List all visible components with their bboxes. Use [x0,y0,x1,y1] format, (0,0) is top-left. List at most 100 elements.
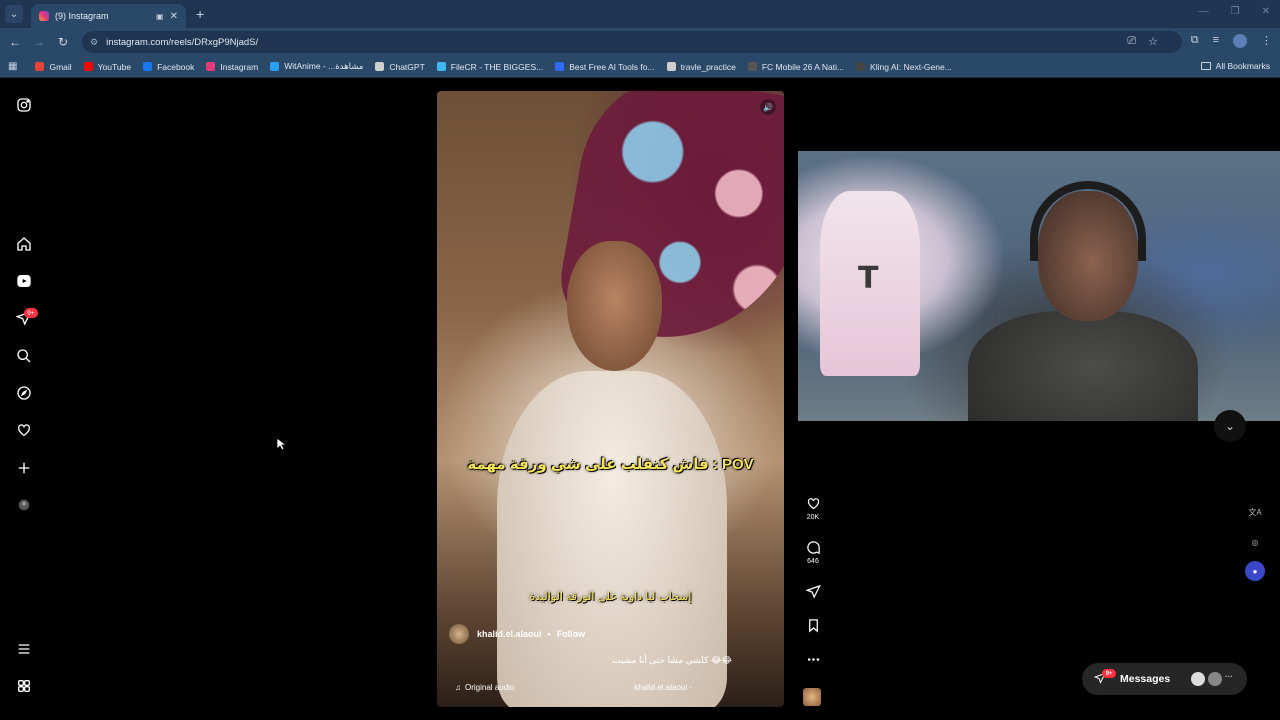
music-note-icon: ♫ [455,683,461,692]
minimize-icon[interactable]: — [1199,6,1209,17]
audio-thumbnail[interactable] [803,688,821,706]
webcam-overlay: T [798,151,1280,421]
bookmark-item[interactable]: YouTube [83,61,132,72]
bookmark-item[interactable]: Gmail [35,61,72,72]
create-plus-icon[interactable] [14,458,34,478]
follow-button[interactable]: Follow [557,629,586,639]
bookmark-label: WitAnime - ...مشاهدة [284,61,364,71]
notifications-heart-icon[interactable] [14,420,34,440]
bookmark-item[interactable]: Kling AI: Next-Gene... [856,61,952,72]
more-dots-icon [807,658,819,661]
video-subtitle-overlay: إسحاب ليا داوية على الورقة الواليدة [529,591,692,603]
extension-icon[interactable]: ◎ [1245,532,1265,552]
browser-menu-icon[interactable]: ⋮ [1261,34,1272,48]
tab-media-icon[interactable]: ▣ [156,12,164,21]
extensions-icon[interactable]: ⧉ [1191,34,1199,48]
messages-label: Messages [1120,673,1171,685]
reels-icon[interactable] [14,271,34,291]
profile-avatar[interactable] [1233,34,1247,48]
bookmark-favicon-icon [555,62,565,71]
streamer-body [968,311,1198,421]
maximize-icon[interactable]: ❐ [1231,6,1240,17]
bookmark-item[interactable]: FileCR - THE BIGGES... [436,61,543,72]
bookmark-favicon-icon [35,62,45,71]
more-menu-icon[interactable] [14,639,34,659]
bookmark-favicon-icon [666,62,676,71]
bookmark-favicon-icon [206,62,216,71]
folder-icon [1200,62,1211,70]
bookmark-item[interactable]: Facebook [143,61,194,72]
mouse-cursor-icon [276,437,286,451]
home-icon[interactable] [14,234,34,254]
mute-toggle-icon[interactable]: 🔊 [760,99,776,115]
profile-avatar-icon[interactable] [14,495,34,515]
bookmark-label: Facebook [157,61,195,72]
bookmark-favicon-icon [436,62,446,71]
assistant-icon[interactable]: ● [1245,561,1265,581]
reload-icon[interactable]: ↻ [51,35,75,49]
comment-button[interactable]: 646 [800,540,826,565]
explore-compass-icon[interactable] [14,383,34,403]
separator-dot: • [547,629,551,639]
new-tab-button[interactable]: + [196,6,204,22]
messages-badge: 9+ [1102,669,1116,678]
save-button[interactable] [800,618,826,633]
notifications-badge: 9+ [24,308,38,318]
hanging-jersey: T [820,191,920,376]
like-button[interactable]: 20K [800,496,826,521]
bookmark-label: YouTube [97,61,132,72]
bookmark-label: travle_practice [680,61,736,72]
media-controls-icon[interactable]: ≡ [1213,34,1219,48]
author-avatar[interactable] [449,624,469,644]
message-avatar [1191,672,1205,686]
bookmark-item[interactable]: FC Mobile 26 A Nati... [747,61,844,72]
next-reel-chevron-icon[interactable]: ⌄ [1214,410,1246,442]
all-bookmarks-label: All Bookmarks [1215,61,1270,71]
tab-search-icon[interactable]: ⌄ [5,5,23,23]
translate-icon[interactable]: 文A [1245,502,1265,522]
message-avatar [1208,672,1222,686]
share-button[interactable] [800,584,826,599]
more-options-button[interactable] [800,652,826,667]
bookmark-favicon-icon [270,62,280,71]
forward-icon[interactable]: → [27,35,51,49]
reel-caption[interactable]: كلشي مشا حتى أنا مشيت 😂😂 [612,655,732,666]
address-bar[interactable]: ⚙ instagram.com/reels/DRxgP9NjadS/ ⎚ ☆ [82,31,1182,53]
author-username[interactable]: khalid.el.alaoui [477,629,542,639]
install-app-icon[interactable]: ⎚ [1127,35,1136,48]
bookmark-item[interactable]: WitAnime - ...مشاهدة [270,61,363,72]
browser-tab-bar: ⌄ (9) Instagram ▣ ✕ + — ❐ ✕ [0,0,1280,28]
browser-tab[interactable]: (9) Instagram ▣ ✕ [31,4,186,28]
audio-author[interactable]: khalid.el.alaoui · [634,683,692,692]
apps-grid-icon[interactable]: ▦ [8,61,17,72]
bookmark-item[interactable]: Best Free AI Tools fo... [555,61,655,72]
bookmark-star-icon[interactable]: ☆ [1148,35,1158,48]
site-info-icon[interactable]: ⚙ [90,37,98,48]
browser-toolbar: ← → ↻ ⚙ instagram.com/reels/DRxgP9NjadS/… [0,28,1280,56]
bookmark-label: Kling AI: Next-Gene... [870,61,952,72]
bookmark-favicon-icon [747,62,757,71]
instagram-logo-icon[interactable] [14,95,34,115]
close-window-icon[interactable]: ✕ [1262,6,1270,17]
bookmark-label: ChatGPT [389,61,425,72]
close-tab-icon[interactable]: ✕ [170,11,178,22]
heart-icon [807,498,819,510]
messages-button[interactable]: 9+ Messages ··· [1082,663,1247,695]
reel-video[interactable]: 🔊 فاش كنقلب على شي ورقة مهمة : POV إسحاب… [437,91,784,707]
search-icon[interactable] [14,346,34,366]
bookmark-item[interactable]: Instagram [206,61,258,72]
video-person-head [567,241,662,371]
also-from-meta-icon[interactable] [14,676,34,696]
instagram-sidebar [0,80,48,720]
more-dots-icon: ··· [1225,672,1233,681]
original-audio-link[interactable]: ♫ Original audio [455,683,514,692]
like-count: 20K [806,514,820,521]
back-icon[interactable]: ← [3,35,27,49]
reel-author-row: khalid.el.alaoui • Follow [449,624,585,644]
bookmark-label: Best Free AI Tools fo... [569,61,655,72]
bookmark-item[interactable]: travle_practice [666,61,736,72]
all-bookmarks-button[interactable]: All Bookmarks [1200,61,1270,71]
bookmark-item[interactable]: ChatGPT [375,61,425,72]
headset-shape [1030,181,1146,261]
bookmark-favicon-icon [856,62,866,71]
